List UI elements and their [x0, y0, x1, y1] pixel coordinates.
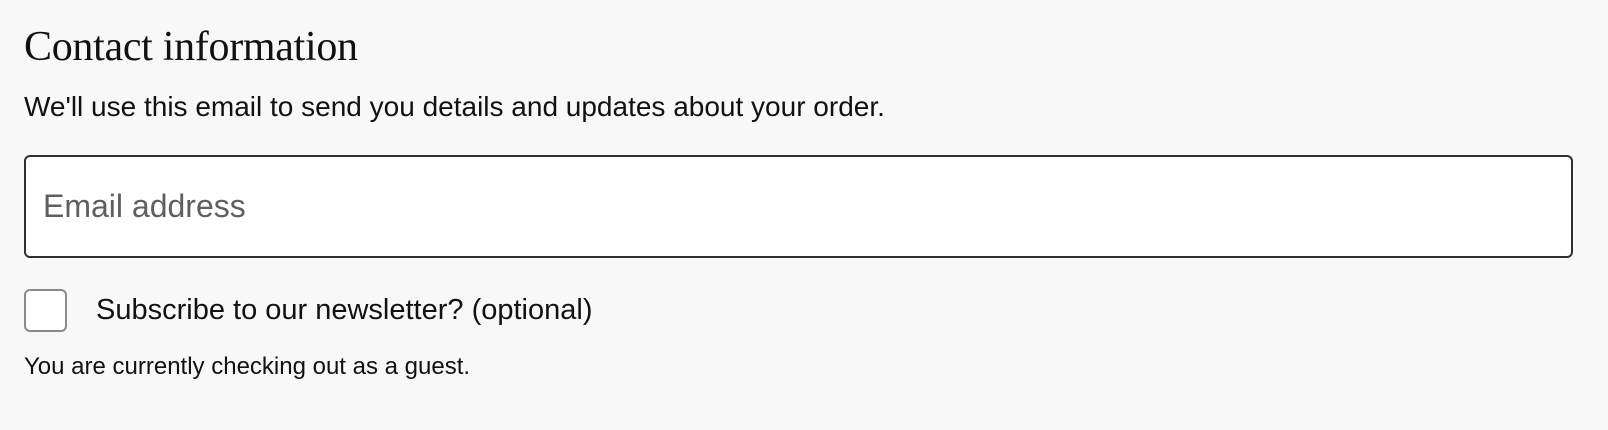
- email-field[interactable]: [24, 154, 1573, 258]
- contact-information-section: Contact information We'll use this email…: [24, 20, 1573, 381]
- newsletter-checkbox-label[interactable]: Subscribe to our newsletter? (optional): [96, 296, 592, 325]
- section-title: Contact information: [24, 24, 358, 70]
- guest-checkout-note: You are currently checking out as a gues…: [24, 352, 471, 380]
- newsletter-checkbox-row[interactable]: Subscribe to our newsletter? (optional): [24, 289, 1572, 333]
- section-description: We'll use this email to send you details…: [24, 91, 885, 122]
- newsletter-checkbox[interactable]: [24, 289, 67, 333]
